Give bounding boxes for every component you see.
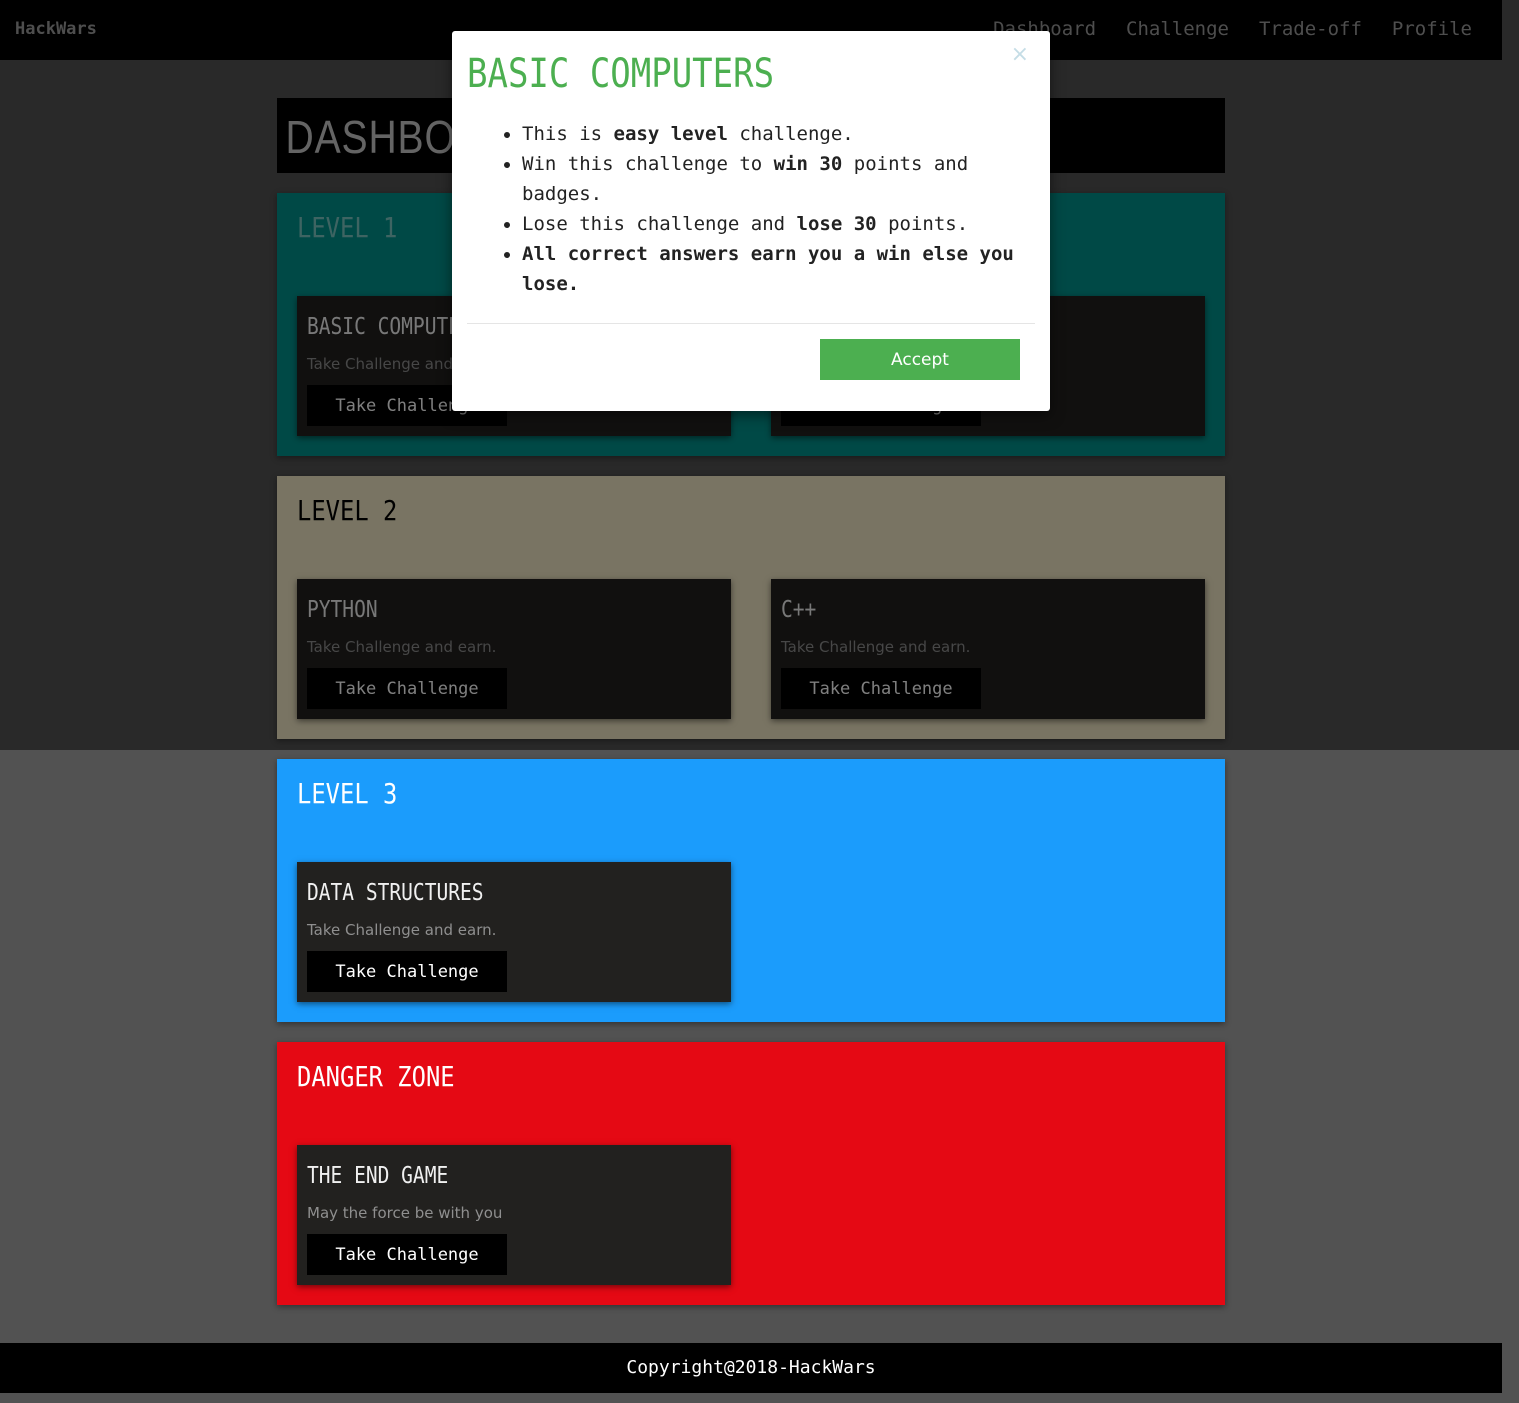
level-title: DANGER ZONE [297, 1060, 455, 1093]
rule-item: All correct answers earn you a win else … [522, 239, 1022, 299]
rule-item: Lose this challenge and lose 30 points. [522, 209, 1022, 239]
copyright-text: Copyright@2018-HackWars [626, 1357, 876, 1378]
take-challenge-button[interactable]: Take Challenge [307, 951, 507, 992]
card-title: DATA STRUCTURES [307, 880, 484, 906]
challenge-card: THE END GAME May the force be with you T… [297, 1145, 731, 1285]
take-challenge-button[interactable]: Take Challenge [307, 1234, 507, 1275]
rules-list: This is easy level challenge. Win this c… [502, 119, 1022, 299]
rule-item: Win this challenge to win 30 points and … [522, 149, 1022, 209]
accept-button[interactable]: Accept [820, 339, 1020, 380]
card-title: THE END GAME [307, 1163, 449, 1189]
close-icon[interactable]: × [1005, 41, 1035, 68]
rule-item: This is easy level challenge. [522, 119, 1022, 149]
footer: Copyright@2018-HackWars [0, 1343, 1502, 1393]
modal-divider [467, 323, 1035, 324]
challenge-card: DATA STRUCTURES Take Challenge and earn.… [297, 862, 731, 1002]
card-text: Take Challenge and earn. [307, 921, 497, 939]
card-text: May the force be with you [307, 1204, 503, 1222]
level-3-section: LEVEL 3 DATA STRUCTURES Take Challenge a… [277, 759, 1225, 1022]
danger-zone-section: DANGER ZONE THE END GAME May the force b… [277, 1042, 1225, 1305]
level-title: LEVEL 3 [297, 777, 398, 810]
challenge-modal: BASIC COMPUTERS × This is easy level cha… [452, 31, 1050, 411]
modal-title: BASIC COMPUTERS [467, 51, 775, 97]
